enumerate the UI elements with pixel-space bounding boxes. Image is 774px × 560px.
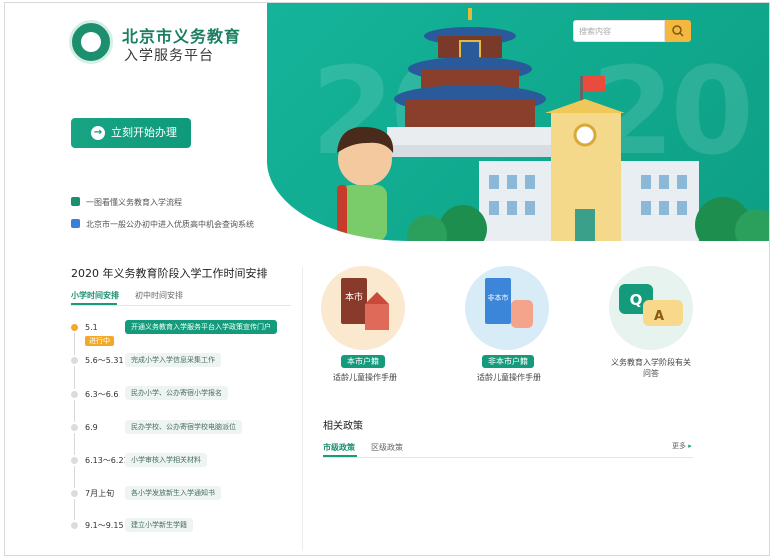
nonlocal-guide-icon: 非本市 [485,278,533,328]
link-highschool-query[interactable]: 北京市一般公办初中进入优质高中机会查询系统 [71,219,254,230]
link-enrollment-flow[interactable]: 一图看懂义务教育入学流程 [71,197,182,208]
search-doc-icon [71,219,80,228]
category-nonlocal-sub: 适龄儿童操作手册 [477,373,541,382]
timeline-dot [69,488,80,499]
tab-primary-school[interactable]: 小学时间安排 [71,290,119,301]
column-divider [302,267,303,551]
timeline-item[interactable]: 开通义务教育入学服务平台入学政策宣传门户 [125,320,277,334]
schedule-title: 2020 年义务教育阶段入学工作时间安排 [71,267,268,280]
hero-illustration [337,8,769,241]
category-local-card[interactable]: 本市 [321,266,405,350]
svg-text:A: A [654,309,664,324]
category-faq-card[interactable]: Q A [609,266,693,350]
timeline-date: 6.3～6.6 [85,390,119,399]
brand-subtitle: 入学服务平台 [124,48,214,64]
category-local-sub: 适龄儿童操作手册 [333,373,397,382]
svg-text:非本市: 非本市 [488,293,509,302]
timeline-date: 6.9 [85,423,98,432]
svg-text:Q: Q [630,291,643,309]
timeline-dot [69,322,80,333]
timeline-date: 7月上旬 [85,489,115,498]
arrow-right-icon: → [91,126,105,140]
local-guide-icon: 本市 [341,278,389,330]
timeline-date: 6.13～6.21 [85,456,129,465]
tab-middle-school[interactable]: 初中时间安排 [135,290,183,301]
start-button[interactable]: → 立刻开始办理 [71,118,191,148]
search-icon [672,25,684,37]
ongoing-badge: 进行中 [85,336,114,346]
tab-divider [71,305,291,306]
category-local-badge[interactable]: 本市户籍 [341,355,385,368]
timeline-item[interactable]: 建立小学新生学籍 [125,518,193,532]
tab-city-policy[interactable]: 市级政策 [323,442,355,453]
flowchart-icon [71,197,80,206]
start-button-label: 立刻开始办理 [111,126,177,139]
timeline-item[interactable]: 民办小学、公办寄宿小学报名 [125,386,228,400]
brand-title: 北京市义务教育 [122,27,242,46]
timeline-dot [69,355,80,366]
timeline-date: 9.1～9.15 [85,521,124,530]
timeline-date: 5.1 [85,323,98,332]
timeline-dot [69,520,80,531]
qa-icon: Q A [619,284,683,326]
chevron-right-icon: ▸ [686,442,692,450]
page-frame: 20 20 搜索内容 北京市义务教育 入学服务平台 → 立刻开始办理 一图看懂义… [4,2,770,556]
category-nonlocal-card[interactable]: 非本市 [465,266,549,350]
timeline-item[interactable]: 各小学发放新生入学通知书 [125,486,221,500]
tab-district-policy[interactable]: 区级政策 [371,442,403,453]
timeline-item[interactable]: 小学审核入学相关材料 [125,453,207,467]
search-button[interactable] [665,20,691,42]
timeline-item[interactable]: 民办学校、公办寄宿学校电脑派位 [125,420,242,434]
category-faq-label[interactable]: 义务教育入学阶段有关问答 [609,357,693,379]
timeline-dot [69,389,80,400]
logo [69,20,113,64]
policy-title: 相关政策 [323,421,363,432]
timeline-item[interactable]: 完成小学入学信息采集工作 [125,353,221,367]
svg-text:本市: 本市 [345,291,363,303]
timeline-dot [69,422,80,433]
more-link[interactable]: 更多 ▸ [672,441,692,451]
logo-emblem [81,32,101,52]
search-input[interactable]: 搜索内容 [573,20,665,42]
timeline-date: 5.6～5.31 [85,356,124,365]
category-nonlocal-badge[interactable]: 非本市户籍 [482,355,534,368]
policy-tab-divider [323,457,693,458]
hero-banner: 20 20 [267,3,769,241]
timeline-dot [69,455,80,466]
